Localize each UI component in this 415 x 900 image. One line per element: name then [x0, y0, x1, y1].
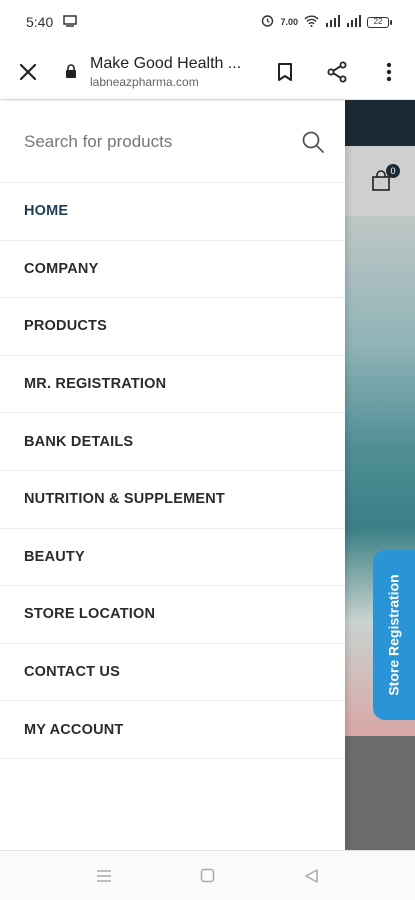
signal-icon: [325, 14, 340, 30]
menu-item-contact-us[interactable]: CONTACT US: [0, 644, 345, 702]
menu-item-nutrition-supplement[interactable]: NUTRITION & SUPPLEMENT: [0, 471, 345, 529]
menu-item-beauty[interactable]: BEAUTY: [0, 529, 345, 587]
cart-count-badge: 0: [386, 164, 400, 178]
store-registration-label: Store Registration: [386, 574, 403, 696]
side-menu-drawer: HOME COMPANY PRODUCTS MR. REGISTRATION B…: [0, 101, 345, 850]
recents-icon[interactable]: [92, 864, 116, 888]
network-speed: 7.00: [280, 17, 298, 27]
search-bar: [0, 101, 345, 183]
share-icon[interactable]: [311, 44, 363, 100]
signal-icon: [346, 14, 361, 30]
site-cart-area: 0: [345, 146, 415, 216]
status-bar: 5:40 7.00 22: [0, 0, 415, 44]
system-nav-bar: [0, 850, 415, 900]
home-icon[interactable]: [196, 864, 220, 888]
menu-item-home[interactable]: HOME: [0, 183, 345, 241]
site-header: [345, 100, 415, 146]
monitor-icon: [63, 14, 77, 30]
menu-item-bank-details[interactable]: BANK DETAILS: [0, 413, 345, 471]
back-icon[interactable]: [300, 864, 324, 888]
battery-icon: 22: [367, 16, 392, 28]
menu-item-mr-registration[interactable]: MR. REGISTRATION: [0, 356, 345, 414]
menu-item-company[interactable]: COMPANY: [0, 241, 345, 299]
lock-icon: [60, 44, 82, 100]
page-domain: labneazpharma.com: [90, 74, 199, 89]
wifi-icon: [304, 15, 319, 30]
menu-item-my-account[interactable]: MY ACCOUNT: [0, 701, 345, 759]
browser-toolbar: Make Good Health ... labneazpharma.com: [0, 44, 415, 100]
site-overlay: [345, 736, 415, 850]
close-icon[interactable]: [0, 44, 56, 100]
url-block[interactable]: Make Good Health ... labneazpharma.com: [82, 55, 259, 89]
more-vert-icon[interactable]: [363, 44, 415, 100]
website-background: 0: [345, 100, 415, 850]
alarm-icon: [261, 14, 274, 30]
store-registration-button[interactable]: Store Registration: [373, 550, 415, 720]
menu-item-products[interactable]: PRODUCTS: [0, 298, 345, 356]
page-title: Make Good Health ...: [90, 54, 242, 72]
bookmark-icon[interactable]: [259, 44, 311, 100]
search-icon[interactable]: [299, 128, 327, 156]
menu-item-store-location[interactable]: STORE LOCATION: [0, 586, 345, 644]
status-time: 5:40: [26, 14, 54, 30]
search-input[interactable]: [24, 131, 299, 152]
